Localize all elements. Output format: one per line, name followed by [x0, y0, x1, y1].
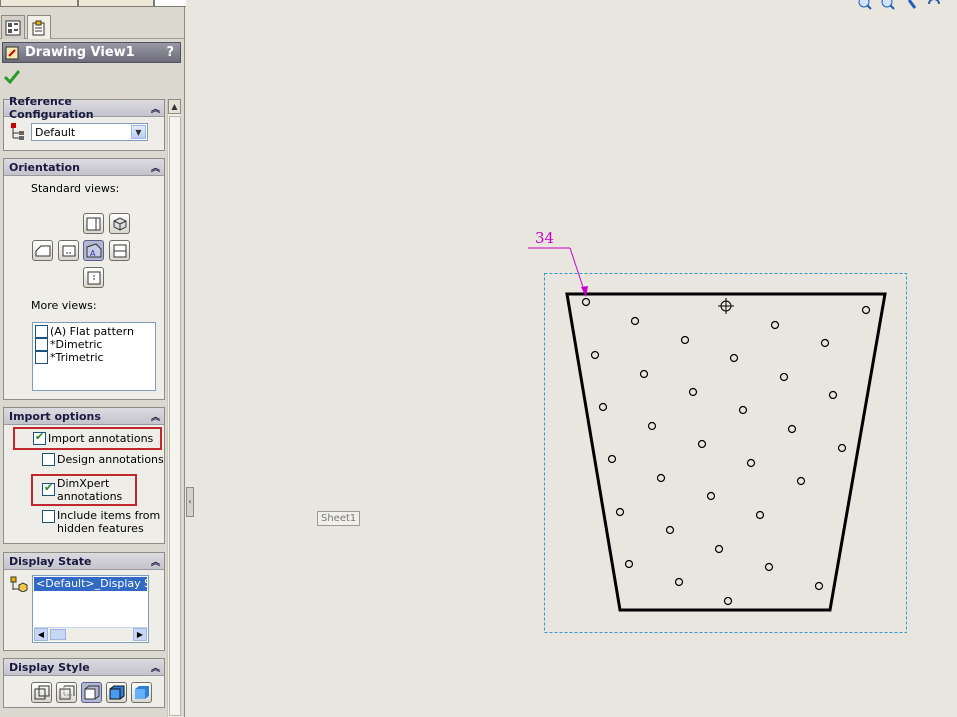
ok-check-icon[interactable]	[4, 70, 20, 84]
configuration-value: Default	[35, 126, 76, 139]
hidden-lines-visible-button[interactable]	[56, 682, 77, 703]
dimxpert-annotations-checkbox[interactable]	[42, 481, 55, 496]
front-view-icon: A	[86, 243, 102, 258]
hidden-lines-removed-icon	[84, 685, 100, 700]
right-view-icon	[86, 217, 101, 231]
left-view-icon	[35, 245, 51, 257]
group-header[interactable]: Import options ︽	[4, 408, 164, 425]
top-view-button[interactable]	[109, 240, 130, 261]
scroll-up-icon[interactable]: ▲	[168, 99, 181, 114]
chevron-down-icon[interactable]: ▼	[131, 125, 146, 139]
property-manager-panel: Drawing View1 ? ▲ Reference Configuratio…	[0, 0, 370, 717]
list-item-label: *Trimetric	[50, 351, 104, 364]
collapse-icon[interactable]: ︽	[151, 555, 160, 568]
import-options-group: Import options ︽ Import annotations Desi…	[3, 407, 165, 544]
propertymanager-title-bar: Drawing View1 ?	[2, 42, 181, 63]
svg-text:A: A	[90, 249, 96, 258]
group-title: Import options	[9, 409, 101, 423]
scroll-thumb[interactable]	[169, 116, 181, 716]
wireframe-button[interactable]	[31, 682, 52, 703]
top-view-icon	[113, 244, 127, 258]
collapse-icon[interactable]: ︽	[151, 161, 160, 174]
shaded-with-edges-icon	[109, 685, 125, 700]
design-annotations-label: Design annotations	[57, 453, 164, 466]
configuration-dropdown[interactable]: Default ▼	[31, 123, 148, 141]
design-annotations-checkbox[interactable]	[42, 453, 55, 466]
propertymanager-tab[interactable]	[27, 15, 51, 39]
checkbox[interactable]	[35, 338, 48, 351]
group-title: Display Style	[9, 660, 90, 674]
display-state-group: Display State ︽ <Default>_Display Stat ◀…	[3, 552, 165, 651]
include-hidden-label-line1: Include items from	[57, 509, 161, 522]
more-views-label: More views:	[31, 299, 97, 312]
include-hidden-checkbox[interactable]	[42, 510, 55, 523]
scroll-left-icon[interactable]: ◀	[34, 628, 48, 641]
sheet-label[interactable]: Sheet1	[317, 511, 361, 526]
group-title: Display State	[9, 554, 92, 568]
list-item-selected[interactable]: <Default>_Display Stat	[34, 577, 147, 591]
isometric-view-button[interactable]	[109, 213, 130, 234]
manager-tabs	[0, 13, 185, 39]
import-annotations-label: Import annotations	[48, 432, 154, 445]
display-state-value: <Default>_Display Stat	[36, 577, 147, 590]
featuremanager-icon	[5, 20, 21, 35]
display-state-icon	[10, 576, 28, 592]
shaded-button[interactable]	[131, 682, 152, 703]
back-view-icon	[62, 245, 76, 257]
dimxpert-label-line1: DimXpert	[57, 477, 110, 490]
bottom-view-icon	[87, 271, 101, 285]
collapse-icon[interactable]: ︽	[151, 661, 160, 674]
view-toolbar	[857, 0, 957, 10]
drawing-sheet[interactable]: ‹	[186, 0, 957, 717]
hidden-lines-removed-button[interactable]	[81, 682, 102, 703]
orientation-group: Orientation ︽ Standard views: A More vie…	[3, 158, 165, 400]
wireframe-icon	[34, 685, 50, 700]
group-header[interactable]: Display Style ︽	[4, 659, 164, 676]
panel-collapse-handle[interactable]: ‹	[186, 487, 194, 517]
featuremanager-tab[interactable]	[1, 15, 25, 39]
reference-configuration-group: Reference Configuration ︽ Default ▼	[3, 95, 165, 151]
doc-tab-2[interactable]	[78, 0, 154, 7]
group-header[interactable]: Display State ︽	[4, 553, 164, 570]
doc-tab-1[interactable]	[0, 0, 78, 7]
group-title: Reference Configuration	[9, 95, 94, 121]
include-hidden-label-line2: hidden features	[57, 522, 144, 535]
scroll-right-icon[interactable]: ▶	[133, 628, 147, 641]
group-header[interactable]: Orientation ︽	[4, 159, 164, 176]
scroll-thumb[interactable]	[50, 629, 66, 640]
more-views-list[interactable]: (A) Flat pattern *Dimetric *Trimetric	[32, 322, 156, 391]
bottom-view-button[interactable]	[83, 267, 104, 288]
propertymanager-scrollbar[interactable]: ▲	[167, 99, 181, 717]
propertymanager-title: Drawing View1	[25, 45, 135, 60]
shaded-with-edges-button[interactable]	[106, 682, 127, 703]
isometric-view-icon	[113, 217, 127, 231]
display-state-list[interactable]: <Default>_Display Stat ◀ ▶	[32, 575, 149, 643]
display-style-group: Display Style ︽	[3, 658, 165, 708]
left-view-button[interactable]	[32, 240, 53, 261]
list-item-label: *Dimetric	[50, 338, 103, 351]
configuration-icon	[11, 123, 24, 140]
front-view-button[interactable]: A	[83, 240, 104, 261]
propertymanager-icon	[32, 20, 45, 35]
horizontal-scrollbar[interactable]: ◀ ▶	[34, 627, 147, 641]
import-annotations-checkbox[interactable]	[33, 430, 46, 445]
dimxpert-label-line2: annotations	[57, 490, 123, 503]
help-button[interactable]: ?	[166, 45, 174, 60]
collapse-icon[interactable]: ︽	[151, 102, 160, 115]
dimension-value[interactable]: 34	[535, 229, 554, 247]
list-item-label: (A) Flat pattern	[50, 325, 134, 338]
checkbox[interactable]	[35, 325, 48, 338]
back-view-button[interactable]	[58, 240, 79, 261]
right-view-button[interactable]	[83, 213, 104, 234]
zoom-to-fit-icon[interactable]	[857, 0, 957, 10]
collapse-icon[interactable]: ︽	[151, 410, 160, 423]
standard-views-label: Standard views:	[31, 182, 120, 195]
checkbox[interactable]	[35, 351, 48, 364]
hidden-lines-visible-icon	[59, 685, 75, 700]
shaded-icon	[135, 686, 149, 699]
group-header[interactable]: Reference Configuration ︽	[4, 95, 164, 121]
drawing-view-icon	[5, 46, 19, 59]
group-title: Orientation	[9, 160, 80, 174]
